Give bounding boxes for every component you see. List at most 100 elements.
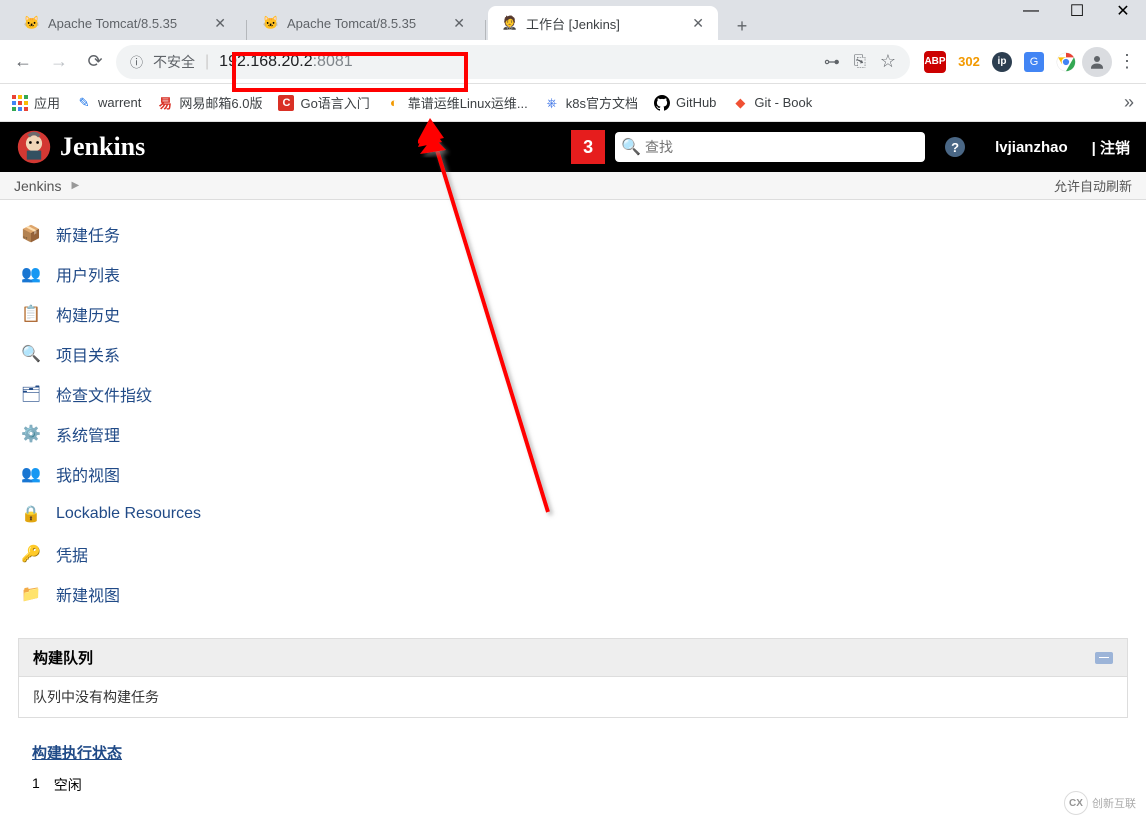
tab-title: Apache Tomcat/8.5.35	[48, 16, 177, 31]
close-icon[interactable]: ✕	[692, 15, 704, 32]
bookmarks-bar: 应用 ✎warrent 易网易邮箱6.0版 CGo语言入门 ◐靠谱运维Linux…	[0, 84, 1146, 122]
bookmark-gitbook[interactable]: ◆Git - Book	[732, 95, 812, 111]
bookmark-go[interactable]: CGo语言入门	[278, 93, 369, 112]
info-icon[interactable]: ⓘ	[130, 52, 143, 71]
bookmark-linux[interactable]: ◐靠谱运维Linux运维...	[386, 93, 528, 112]
bookmark-github[interactable]: GitHub	[654, 95, 716, 111]
folder-icon: 📁	[18, 581, 44, 607]
tab-title: 工作台 [Jenkins]	[526, 14, 620, 33]
search-box[interactable]: 🔍	[615, 132, 925, 162]
sidebar-item-new-view[interactable]: 📁新建视图	[18, 574, 1128, 614]
close-icon[interactable]: ✕	[453, 15, 465, 32]
chrome-icon[interactable]	[1056, 52, 1076, 72]
chevron-right-icon: ▶	[71, 180, 79, 191]
sidebar-item-lockable[interactable]: 🔒Lockable Resources	[18, 494, 1128, 534]
tab-tomcat-1[interactable]: 🐱 Apache Tomcat/8.5.35 ✕	[10, 6, 240, 40]
watermark-logo-icon: CX	[1064, 791, 1088, 815]
search-icon: 🔍	[621, 137, 641, 157]
apps-button[interactable]: 应用	[12, 93, 60, 112]
extension-icons: ABP 302 ip G	[924, 51, 1076, 73]
ip-icon[interactable]: ip	[992, 52, 1012, 72]
sidebar-item-relationship[interactable]: 🔍项目关系	[18, 334, 1128, 374]
bookmark-icon: C	[278, 95, 294, 111]
browser-menu-button[interactable]: ⋮	[1118, 51, 1138, 72]
bookmark-icon: ◐	[386, 95, 402, 111]
tab-jenkins[interactable]: 🤵 工作台 [Jenkins] ✕	[488, 6, 718, 40]
build-queue-header: 构建队列 —	[19, 639, 1127, 677]
auto-refresh-link[interactable]: 允许自动刷新	[1054, 176, 1132, 195]
profile-button[interactable]	[1082, 47, 1112, 77]
close-icon[interactable]: ✕	[214, 15, 226, 32]
sidebar-item-build-history[interactable]: 📋构建历史	[18, 294, 1128, 334]
build-queue-section: 构建队列 — 队列中没有构建任务	[18, 638, 1128, 718]
sidebar-item-fingerprint[interactable]: 🗂检查文件指纹	[18, 374, 1128, 414]
executor-header: 构建执行状态	[18, 736, 1128, 769]
github-icon	[654, 95, 670, 111]
url-text: 192.168.20.2:8081	[219, 53, 352, 71]
window-controls: — ☐ ✕	[1008, 0, 1146, 26]
key-icon: 🔑	[18, 541, 44, 567]
fingerprint-icon: 🗂	[18, 381, 44, 407]
maximize-button[interactable]: ☐	[1054, 0, 1100, 26]
jenkins-logo[interactable]: Jenkins	[16, 129, 145, 165]
notification-badge[interactable]: 3	[571, 130, 605, 164]
collapse-icon[interactable]: —	[1095, 652, 1113, 664]
jenkins-header: Jenkins 3 🔍 ? lvjianzhao | 注销	[0, 122, 1146, 172]
username-link[interactable]: lvjianzhao	[995, 139, 1068, 156]
sidebar-item-people[interactable]: 👥用户列表	[18, 254, 1128, 294]
star-icon[interactable]: ☆	[880, 51, 896, 72]
watermark: CX 创新互联	[1064, 791, 1136, 815]
new-tab-button[interactable]: +	[728, 12, 756, 40]
translate-icon[interactable]: ⎘	[854, 53, 866, 70]
apps-icon	[12, 95, 28, 111]
request-count-badge[interactable]: 302	[958, 51, 980, 73]
bookmark-icon: 易	[157, 95, 173, 111]
key-icon[interactable]: ⊶	[824, 52, 840, 72]
apps-label: 应用	[34, 93, 60, 112]
help-icon[interactable]: ?	[945, 137, 965, 157]
bookmark-icon: ⎈	[544, 95, 560, 111]
minimize-button[interactable]: —	[1008, 0, 1054, 26]
tab-separator	[485, 20, 486, 40]
lock-icon: 🔒	[18, 501, 44, 527]
abp-icon[interactable]: ABP	[924, 51, 946, 73]
forward-button[interactable]: →	[44, 47, 74, 77]
breadcrumb-root[interactable]: Jenkins	[14, 178, 61, 194]
executor-link[interactable]: 构建执行状态	[32, 742, 122, 763]
close-window-button[interactable]: ✕	[1100, 0, 1146, 26]
tab-tomcat-2[interactable]: 🐱 Apache Tomcat/8.5.35 ✕	[249, 6, 479, 40]
tomcat-icon: 🐱	[24, 15, 40, 31]
reload-button[interactable]: ⟳	[80, 47, 110, 77]
logout-link[interactable]: | 注销	[1092, 137, 1130, 158]
new-job-icon: 📦	[18, 221, 44, 247]
jenkins-logo-icon	[16, 129, 52, 165]
tab-strip: 🐱 Apache Tomcat/8.5.35 ✕ 🐱 Apache Tomcat…	[0, 0, 1146, 40]
not-secure-label: 不安全	[153, 52, 195, 72]
people-icon: 👥	[18, 261, 44, 287]
sidebar-item-manage[interactable]: ⚙️系统管理	[18, 414, 1128, 454]
breadcrumb: Jenkins ▶ 允许自动刷新	[0, 172, 1146, 200]
sidebar-item-new-job[interactable]: 📦新建任务	[18, 214, 1128, 254]
build-queue-body: 队列中没有构建任务	[19, 677, 1127, 717]
jenkins-icon: 🤵	[502, 15, 518, 31]
bookmarks-overflow-button[interactable]: »	[1124, 92, 1134, 113]
sidebar-item-my-views[interactable]: 👥我的视图	[18, 454, 1128, 494]
main-area: 📦新建任务 👥用户列表 📋构建历史 🔍项目关系 🗂检查文件指纹 ⚙️系统管理 👥…	[0, 200, 1146, 815]
browser-toolbar: ← → ⟳ ⓘ 不安全 | 192.168.20.2:8081 ⊶ ⎘ ☆ AB…	[0, 40, 1146, 84]
address-bar[interactable]: ⓘ 不安全 | 192.168.20.2:8081 ⊶ ⎘ ☆	[116, 45, 910, 79]
tomcat-icon: 🐱	[263, 15, 279, 31]
views-icon: 👥	[18, 461, 44, 487]
tab-title: Apache Tomcat/8.5.35	[287, 16, 416, 31]
tab-separator	[246, 20, 247, 40]
executor-row: 1 空闲	[18, 769, 1128, 801]
sidebar-item-credentials[interactable]: 🔑凭据	[18, 534, 1128, 574]
search-icon: 🔍	[18, 341, 44, 367]
bookmark-netease[interactable]: 易网易邮箱6.0版	[157, 93, 262, 112]
bookmark-warrent[interactable]: ✎warrent	[76, 95, 141, 111]
bookmark-icon: ✎	[76, 95, 92, 111]
executor-section: 构建执行状态 1 空闲	[18, 736, 1128, 801]
bookmark-k8s[interactable]: ⎈k8s官方文档	[544, 93, 638, 112]
search-input[interactable]	[645, 139, 919, 155]
back-button[interactable]: ←	[8, 47, 38, 77]
google-translate-icon[interactable]: G	[1024, 52, 1044, 72]
